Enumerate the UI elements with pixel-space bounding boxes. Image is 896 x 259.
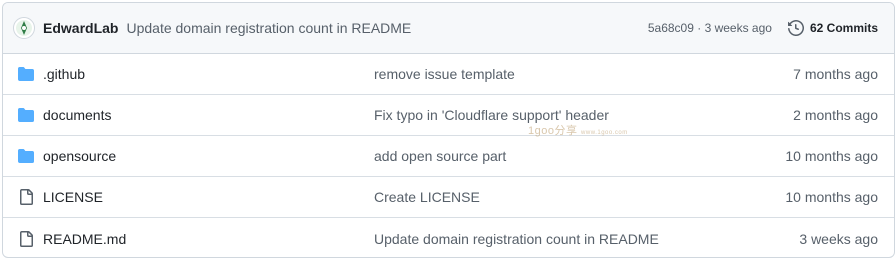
file-name[interactable]: .github (43, 66, 85, 82)
table-row[interactable]: LICENSE Create LICENSE 10 months ago (3, 177, 894, 218)
file-commit-age: 2 months ago (793, 107, 878, 123)
file-commit-age: 10 months ago (785, 148, 878, 164)
table-row[interactable]: README.md Update domain registration cou… (3, 218, 894, 257)
table-row[interactable]: .github remove issue template 7 months a… (3, 54, 894, 95)
table-row[interactable]: opensource add open source part 10 month… (3, 136, 894, 177)
table-row[interactable]: documents Fix typo in 'Cloudflare suppor… (3, 95, 894, 136)
file-commit-message[interactable]: Update domain registration count in READ… (374, 231, 659, 247)
commit-meta: 5a68c09 · 3 weeks ago (648, 21, 772, 35)
file-commit-message[interactable]: remove issue template (374, 66, 515, 82)
file-commit-message[interactable]: add open source part (374, 148, 506, 164)
file-name[interactable]: opensource (43, 148, 116, 164)
file-commit-message[interactable]: Fix typo in 'Cloudflare support' header (374, 107, 609, 123)
file-icon (18, 230, 34, 247)
file-commit-age: 7 months ago (793, 66, 878, 82)
avatar-icon (16, 20, 32, 36)
commit-hash[interactable]: 5a68c09 (648, 21, 694, 35)
folder-icon (18, 107, 34, 123)
avatar[interactable] (13, 17, 35, 39)
commit-time: 3 weeks ago (704, 21, 772, 35)
file-name[interactable]: LICENSE (43, 189, 103, 205)
separator: · (697, 21, 702, 35)
watermark-text: 1goo分享 (528, 125, 578, 137)
history-icon (787, 20, 804, 36)
file-name[interactable]: README.md (43, 231, 126, 247)
folder-icon (18, 148, 34, 164)
folder-icon (18, 66, 34, 82)
file-browser: EdwardLab Update domain registration cou… (2, 2, 895, 258)
watermark: 1goo分享 www.1goo.com (528, 122, 628, 138)
file-name[interactable]: documents (43, 107, 111, 123)
watermark-url: www.1goo.com (581, 130, 628, 136)
latest-commit-bar: EdwardLab Update domain registration cou… (3, 3, 894, 54)
file-commit-age: 3 weeks ago (799, 230, 878, 247)
file-list: .github remove issue template 7 months a… (3, 54, 894, 257)
commits-history-link[interactable]: 62 Commits (787, 20, 878, 36)
commits-count: 62 Commits (809, 21, 878, 35)
file-commit-message[interactable]: Create LICENSE (374, 189, 480, 205)
file-commit-age: 10 months ago (785, 189, 878, 205)
file-icon (18, 189, 34, 205)
commit-message[interactable]: Update domain registration count in READ… (126, 20, 411, 36)
commit-author[interactable]: EdwardLab (43, 20, 118, 36)
